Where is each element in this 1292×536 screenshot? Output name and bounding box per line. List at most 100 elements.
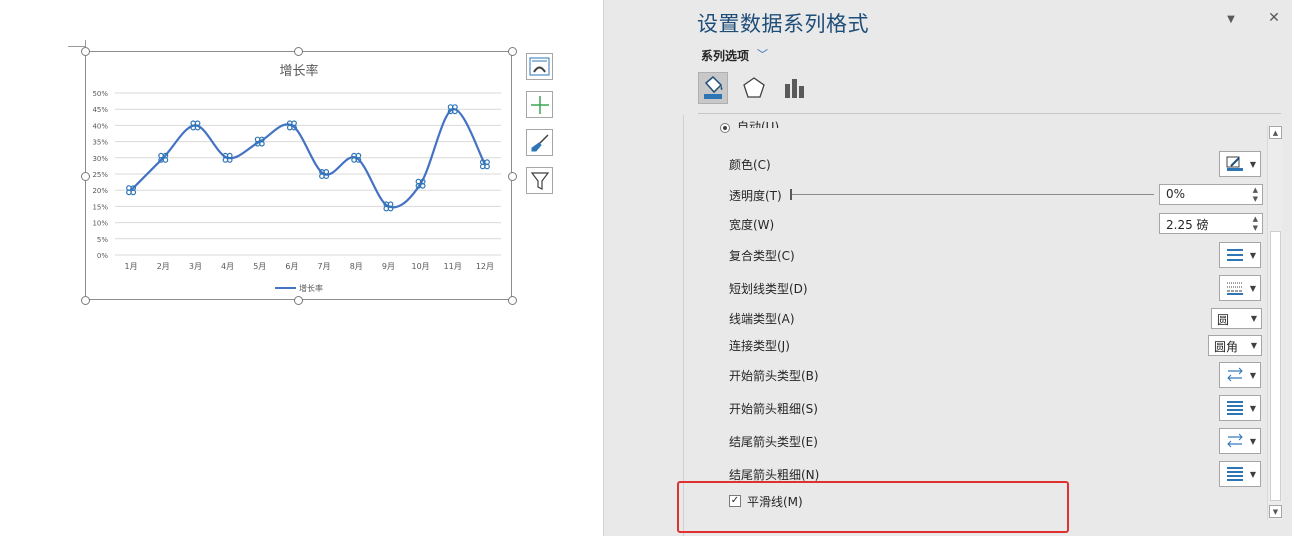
arrow-size-icon bbox=[1227, 401, 1243, 415]
resize-handle-sw[interactable] bbox=[81, 296, 90, 305]
begin-arrow-size-dropdown[interactable]: ▼ bbox=[1219, 395, 1261, 421]
close-icon: ✕ bbox=[1268, 10, 1280, 26]
pane-separator bbox=[698, 113, 1281, 114]
pane-options-dropdown[interactable]: ▼ bbox=[1224, 12, 1238, 26]
list-separator bbox=[683, 115, 684, 536]
y-tick-label: 50% bbox=[92, 90, 108, 98]
chevron-down-icon: ▼ bbox=[1249, 371, 1256, 380]
dash-type-dropdown[interactable]: ▼ bbox=[1219, 275, 1261, 301]
cap-type-value: 圆 bbox=[1217, 313, 1230, 327]
series-options-dropdown[interactable]: 系列选项 bbox=[701, 47, 749, 64]
color-dropdown[interactable]: ▼ bbox=[1219, 151, 1261, 177]
chart-elements-button[interactable] bbox=[526, 53, 553, 80]
fill-line-icon bbox=[704, 75, 723, 99]
resize-handle-s[interactable] bbox=[294, 296, 303, 305]
width-spinner[interactable]: 2.25 磅 ▲ ▼ bbox=[1159, 213, 1263, 234]
arrow-type-icon bbox=[1227, 367, 1243, 382]
format-data-series-pane: 设置数据系列格式 ▼ ✕ 系列选项 ﹀ 自动(U) 颜色(C) ▼ 透明度(T)… bbox=[604, 0, 1292, 536]
chevron-down-icon: ▼ bbox=[1249, 251, 1256, 260]
auto-radio[interactable] bbox=[720, 123, 730, 133]
y-tick-label: 15% bbox=[92, 203, 108, 211]
dash-lines-icon bbox=[1227, 282, 1243, 295]
selection-mark bbox=[85, 40, 86, 47]
resize-handle-nw[interactable] bbox=[81, 47, 90, 56]
resize-handle-se[interactable] bbox=[508, 296, 517, 305]
y-tick-label: 30% bbox=[92, 155, 108, 163]
x-tick-label: 8月 bbox=[350, 262, 363, 271]
y-tick-label: 25% bbox=[92, 171, 108, 179]
end-arrow-type-dropdown[interactable]: ▼ bbox=[1219, 428, 1261, 454]
join-type-label: 连接类型(J) bbox=[729, 339, 790, 353]
x-tick-label: 12月 bbox=[476, 262, 494, 271]
x-tick-label: 11月 bbox=[444, 262, 462, 271]
chart-styles-button[interactable] bbox=[526, 129, 553, 156]
arrow-size-icon bbox=[1227, 467, 1243, 481]
arrow-type-icon bbox=[1227, 433, 1243, 448]
pentagon-effects-icon bbox=[743, 77, 765, 98]
scroll-up-arrow-icon[interactable]: ▲ bbox=[1269, 126, 1282, 139]
transparency-value: 0% bbox=[1166, 187, 1186, 201]
transparency-spinner[interactable]: 0% ▲ ▼ bbox=[1159, 184, 1263, 205]
y-tick-label: 10% bbox=[92, 220, 108, 228]
begin-arrow-type-dropdown[interactable]: ▼ bbox=[1219, 362, 1261, 388]
line-chart[interactable]: 增长率 0% 5% 10% 15% 20% 25% 30% 35% 40% 45% 50% 1月 2月… bbox=[86, 52, 513, 301]
tab-effects[interactable] bbox=[739, 72, 769, 104]
scroll-down-arrow-icon[interactable]: ▼ bbox=[1269, 505, 1282, 518]
spin-down-icon[interactable]: ▼ bbox=[1253, 224, 1258, 232]
resize-handle-w[interactable] bbox=[81, 172, 90, 181]
transparency-label: 透明度(T) bbox=[729, 189, 782, 203]
chevron-down-icon: ▼ bbox=[1250, 341, 1257, 350]
scroll-thumb[interactable] bbox=[1270, 231, 1281, 501]
y-axis-labels: 0% 5% 10% 15% 20% 25% 30% 35% 40% 45% 50% bbox=[92, 90, 108, 260]
chevron-down-icon: ▼ bbox=[1249, 470, 1256, 479]
gridlines bbox=[115, 92, 501, 256]
chart-elements-icon bbox=[529, 57, 550, 76]
color-label: 颜色(C) bbox=[729, 158, 771, 172]
width-value: 2.25 磅 bbox=[1166, 218, 1209, 232]
highlight-box bbox=[677, 481, 1069, 533]
chart-elements-add-button[interactable] bbox=[526, 91, 553, 118]
legend-label: 增长率 bbox=[299, 283, 323, 293]
x-tick-label: 3月 bbox=[189, 262, 202, 271]
chevron-down-icon: ▼ bbox=[1250, 314, 1257, 323]
compound-type-dropdown[interactable]: ▼ bbox=[1219, 242, 1261, 268]
dash-type-label: 短划线类型(D) bbox=[729, 282, 808, 296]
worksheet-area[interactable]: 增长率 0% 5% 10% 15% 20% 25% 30% 35% 40% 45% 50% 1月 2月… bbox=[0, 0, 603, 536]
chart-area[interactable]: 增长率 0% 5% 10% 15% 20% 25% 30% 35% 40% 45% 50% 1月 2月… bbox=[85, 51, 512, 300]
resize-handle-n[interactable] bbox=[294, 47, 303, 56]
spin-down-icon[interactable]: ▼ bbox=[1253, 195, 1258, 203]
chart-title[interactable]: 增长率 bbox=[279, 63, 318, 79]
close-button[interactable]: ✕ bbox=[1266, 10, 1282, 26]
end-arrow-type-label: 结尾箭头类型(E) bbox=[729, 435, 818, 449]
chevron-down-icon: ▼ bbox=[1249, 404, 1256, 413]
spin-up-icon[interactable]: ▲ bbox=[1253, 186, 1258, 194]
chart-legend[interactable]: 增长率 bbox=[275, 283, 323, 293]
chart-filters-button[interactable] bbox=[526, 167, 553, 194]
tab-fill-line[interactable] bbox=[698, 72, 728, 104]
cap-type-select[interactable]: 圆 ▼ bbox=[1211, 308, 1262, 329]
transparency-slider-track[interactable] bbox=[792, 194, 1154, 195]
resize-handle-e[interactable] bbox=[508, 172, 517, 181]
pane-title: 设置数据系列格式 bbox=[697, 12, 869, 36]
x-tick-label: 1月 bbox=[125, 262, 138, 271]
x-tick-label: 10月 bbox=[411, 262, 429, 271]
brush-icon bbox=[531, 133, 549, 151]
join-type-select[interactable]: 圆角 ▼ bbox=[1208, 335, 1262, 356]
x-tick-label: 7月 bbox=[318, 262, 331, 271]
y-tick-label: 20% bbox=[92, 187, 108, 195]
tab-series-options[interactable] bbox=[779, 72, 809, 104]
y-tick-label: 40% bbox=[92, 122, 108, 130]
pane-scrollbar[interactable]: ▲ ▼ bbox=[1267, 125, 1282, 520]
end-arrow-size-dropdown[interactable]: ▼ bbox=[1219, 461, 1261, 487]
x-tick-label: 6月 bbox=[285, 262, 298, 271]
auto-radio-label: 自动(U) bbox=[737, 120, 780, 128]
chevron-down-icon[interactable]: ﹀ bbox=[757, 46, 768, 62]
bar-chart-icon bbox=[785, 79, 804, 98]
transparency-slider-thumb[interactable] bbox=[790, 189, 792, 200]
spin-up-icon[interactable]: ▲ bbox=[1253, 215, 1258, 223]
x-axis-labels: 1月 2月 3月 4月 5月 6月 7月 8月 9月 10月 11月 12月 bbox=[125, 262, 494, 271]
plus-icon bbox=[530, 95, 549, 114]
resize-handle-ne[interactable] bbox=[508, 47, 517, 56]
y-tick-label: 5% bbox=[97, 236, 108, 244]
chevron-down-icon: ▼ bbox=[1227, 13, 1235, 25]
